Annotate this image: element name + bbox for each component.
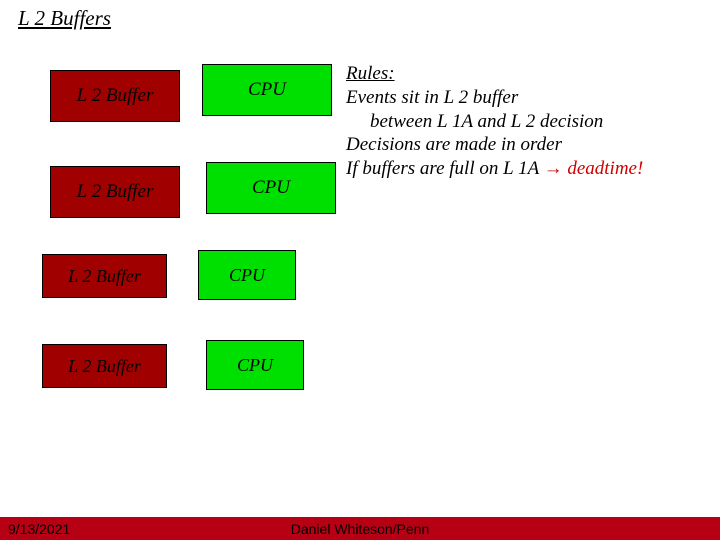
- rules-line: Events sit in L 2 buffer: [346, 87, 518, 108]
- rules-heading: Rules:: [346, 63, 395, 84]
- arrow-icon: →: [544, 158, 563, 179]
- rules-deadtime: deadtime!: [563, 158, 644, 179]
- rules-line: between L 1A and L 2 decision: [346, 110, 643, 134]
- rules-line: Decisions are made in order: [346, 134, 562, 155]
- cpu-box: CPU: [202, 64, 332, 116]
- rules-line: If buffers are full on L 1A: [346, 158, 544, 179]
- cpu-box: CPU: [206, 340, 304, 390]
- l2-buffer-box: L 2 Buffer: [42, 344, 167, 388]
- footer-date: 9/13/2021: [8, 521, 70, 537]
- l2-buffer-box: L 2 Buffer: [50, 70, 180, 122]
- page-title: L 2 Buffers: [18, 6, 111, 31]
- cpu-box: CPU: [206, 162, 336, 214]
- rules-block: Rules: Events sit in L 2 buffer between …: [346, 62, 643, 181]
- footer-credit: Daniel Whiteson/Penn: [291, 521, 430, 537]
- l2-buffer-box: L 2 Buffer: [42, 254, 167, 298]
- cpu-box: CPU: [198, 250, 296, 300]
- l2-buffer-box: L 2 Buffer: [50, 166, 180, 218]
